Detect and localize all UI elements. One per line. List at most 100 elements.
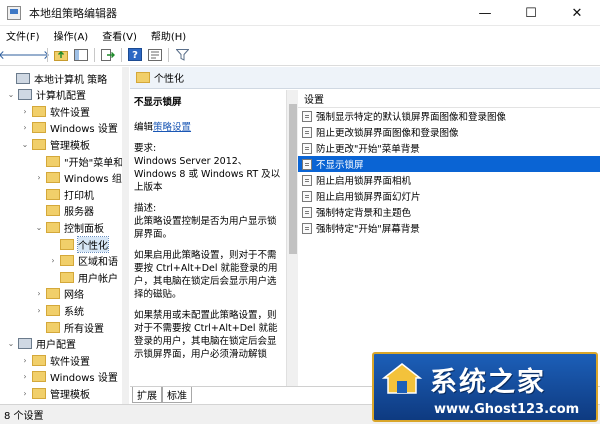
setting-icon [302,222,312,234]
tree-scrollbar[interactable] [122,67,129,404]
expand-right-icon[interactable]: › [20,356,30,365]
tree-item[interactable]: › 管理模板 [20,385,90,401]
tree-item-label: 本地计算机 策略 [34,74,108,86]
policy-tree: 本地计算机 策略 ⌄ 计算机配置 › 软件设置 › Windows 设置 ⌄ 管理模板 "开始"菜… [0,67,129,404]
expand-right-icon[interactable]: › [34,173,44,182]
tree-item[interactable]: 个性化 [48,235,109,253]
watermark-name: 系统之家 [430,367,546,398]
edit-policy-link[interactable]: 策略设置 [153,122,191,133]
description-scrollbar[interactable] [286,90,298,386]
enabled-paragraph: 如果启用此策略设置，则对于不需要按 Ctrl+Alt+Del 就能登录的用户，其… [134,250,278,300]
tree-item[interactable]: 服务器 [34,203,94,219]
folder-up-icon[interactable] [51,46,71,64]
window-controls: — ☐ ✕ [462,0,600,26]
tree-item[interactable]: "开始"菜单和 [34,153,123,169]
tree-item[interactable]: › Windows 设置 [20,120,118,136]
setting-label: 强制显示特定的默认锁屏界面图像和登录图像 [316,112,507,123]
settings-column-header[interactable]: 设置 [298,90,600,108]
expand-right-icon[interactable]: › [20,389,30,398]
folder-icon [46,304,60,316]
setting-label: 阻止启用锁屏界面相机 [316,176,412,187]
setting-row[interactable]: 防止更改"开始"菜单背景 [298,140,600,156]
expand-right-icon[interactable]: › [20,123,30,132]
setting-row[interactable]: 强制特定"开始"屏幕背景 [298,220,600,236]
policy-title: 不显示锁屏 [134,97,182,108]
close-button[interactable]: ✕ [554,0,600,26]
setting-icon [302,190,312,202]
tree-item-label: Windows 设置 [50,373,118,385]
menu-file[interactable]: 文件(F) [6,28,40,43]
expand-right-icon[interactable]: › [20,372,30,381]
toolbar-separator [94,47,95,62]
tree-item-label: 控制面板 [64,223,104,235]
properties-icon[interactable] [145,46,165,64]
tab-extended[interactable]: 扩展 [132,387,162,403]
menu-help[interactable]: 帮助(H) [151,28,186,43]
title-bar: 本地组策略编辑器 — ☐ ✕ [0,0,600,26]
forward-arrow-icon[interactable]: 🡒 [18,46,50,64]
expand-right-icon[interactable]: › [34,306,44,315]
window-title: 本地组策略编辑器 [29,6,117,20]
tree-item[interactable]: › Windows 组 [34,170,122,186]
requirement-block: 要求: Windows Server 2012、Windows 8 或 Windo… [134,142,282,194]
scrollbar-thumb[interactable] [289,104,297,254]
tree-item[interactable]: 所有设置 [34,319,104,335]
setting-label: 防止更改"开始"菜单背景 [316,144,420,155]
settings-rows: 强制显示特定的默认锁屏界面图像和登录图像 阻止更改锁屏界面图像和登录图像防止更改"… [298,108,600,236]
setting-row[interactable]: 阻止启用锁屏界面幻灯片 [298,188,600,204]
folder-icon [46,321,60,333]
tree-item-label: 区域和语 [78,257,118,269]
tree-item[interactable]: 用户帐户 [48,269,118,285]
folder-icon [32,105,46,117]
setting-row[interactable]: 强制显示特定的默认锁屏界面图像和登录图像 [298,108,600,124]
folder-icon [60,255,74,267]
menu-view[interactable]: 查看(V) [102,28,137,43]
expand-down-icon[interactable]: ⌄ [20,140,30,149]
minimize-button[interactable]: — [462,0,508,26]
tree-item[interactable]: 本地计算机 策略 [4,70,107,86]
tree-item[interactable]: › Windows 设置 [20,369,118,385]
expand-down-icon[interactable]: ⌄ [34,223,44,232]
folder-icon [32,371,46,383]
help-icon[interactable]: ? [125,46,145,64]
menu-action[interactable]: 操作(A) [54,28,89,43]
expand-down-icon[interactable]: ⌄ [6,90,16,99]
tree-item[interactable]: 打印机 [34,186,94,202]
setting-label: 阻止启用锁屏界面幻灯片 [316,192,421,203]
tree-item[interactable]: ⌄ 用户配置 [6,336,76,352]
tree-item-label: 软件设置 [50,356,90,368]
expand-right-icon[interactable]: › [48,256,58,265]
expand-right-icon[interactable]: › [34,289,44,298]
tree-item-label: 管理模板 [50,389,90,401]
settings-list: 设置 强制显示特定的默认锁屏界面图像和登录图像 阻止更改锁屏界面图像和登录图像防止… [298,90,600,386]
status-text: 8 个设置 [4,411,44,422]
filter-icon[interactable] [172,46,192,64]
disabled-paragraph: 如果禁用或未配置此策略设置，则对于不需要按 Ctrl+Alt+Del 就能登录的… [134,310,278,360]
tree-item[interactable]: ⌄ 管理模板 [20,136,90,152]
section-header: 个性化 [130,67,600,89]
tree-item-label: 系统 [64,306,84,318]
tree-item-label: 所有设置 [64,323,104,335]
setting-row[interactable]: 强制特定背景和主题色 [298,204,600,220]
tree-item[interactable]: ⌄ 控制面板 [34,219,104,235]
tree-item[interactable]: ⌄ 计算机配置 [6,87,86,103]
setting-row[interactable]: 不显示锁屏 [298,156,600,172]
tree-item-label: 网络 [64,290,84,302]
setting-row[interactable]: 阻止更改锁屏界面图像和登录图像 [298,124,600,140]
setting-label: 强制特定"开始"屏幕背景 [316,224,420,235]
expand-down-icon[interactable]: ⌄ [6,339,16,348]
setting-icon [302,110,312,122]
folder-icon [46,172,60,184]
export-icon[interactable] [98,46,118,64]
tree-item[interactable]: › 网络 [34,286,84,302]
setting-row[interactable]: 阻止启用锁屏界面相机 [298,172,600,188]
tree-item[interactable]: › 系统 [34,302,84,318]
tab-standard[interactable]: 标准 [162,387,192,403]
tree-item[interactable]: › 软件设置 [20,352,90,368]
tree-item[interactable]: › 区域和语 [48,253,118,269]
tree-item[interactable]: › 软件设置 [20,103,90,119]
show-tree-icon[interactable] [71,46,91,64]
expand-right-icon[interactable]: › [20,107,30,116]
setting-label: 强制特定背景和主题色 [316,208,412,219]
maximize-button[interactable]: ☐ [508,0,554,26]
